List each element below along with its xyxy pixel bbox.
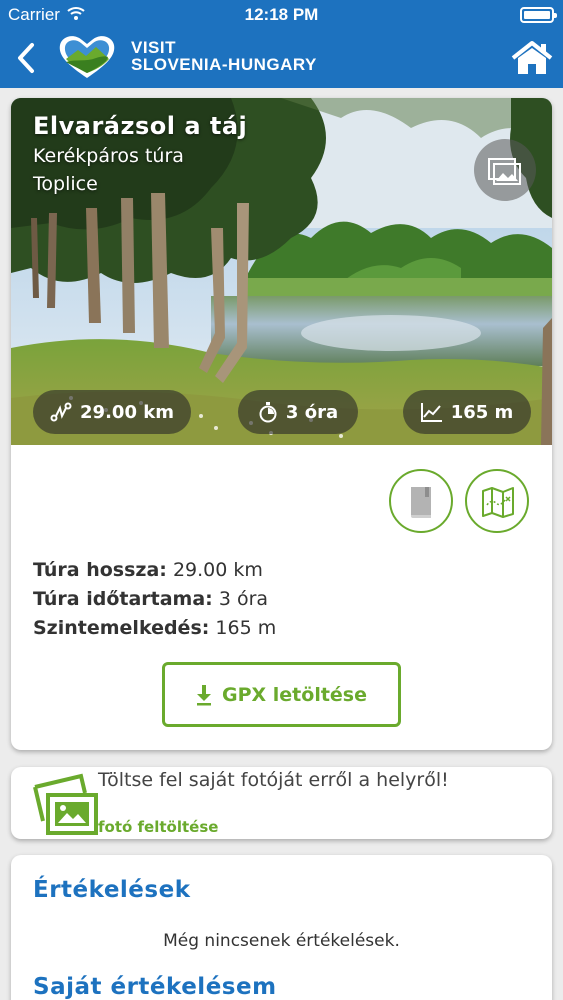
visit-logo-heart-icon bbox=[59, 36, 115, 78]
brand-line-2: SLOVENIA-HUNGARY bbox=[131, 55, 317, 74]
guide-book-button[interactable] bbox=[389, 469, 453, 533]
photo-upload-card: Töltse fel saját fotóját erről a helyről… bbox=[11, 767, 552, 839]
gallery-button[interactable] bbox=[474, 139, 536, 201]
elevation-chart-icon bbox=[420, 403, 442, 422]
gpx-download-label: GPX letöltése bbox=[222, 683, 367, 706]
nav-bar: VISIT SLOVENIA-HUNGARY bbox=[0, 30, 563, 88]
stat-elevation: 165 m bbox=[403, 390, 531, 434]
stat-elevation-value: 165 m bbox=[450, 401, 514, 423]
gallery-icon bbox=[488, 158, 521, 185]
stat-distance-value: 29.00 km bbox=[80, 401, 174, 423]
book-icon bbox=[411, 487, 431, 518]
ratings-title: Értékelések bbox=[33, 877, 191, 903]
detail-elevation-value: 165 m bbox=[215, 617, 277, 639]
tour-type: Kerékpáros túra bbox=[33, 145, 184, 167]
detail-length-value: 29.00 km bbox=[172, 559, 263, 581]
stat-duration-value: 3 óra bbox=[285, 401, 339, 423]
tour-location: Toplice bbox=[33, 173, 98, 195]
home-icon[interactable] bbox=[511, 40, 553, 76]
detail-length: Túra hossza: 29.00 km bbox=[33, 556, 276, 585]
stopwatch-icon bbox=[259, 402, 277, 423]
tour-details: Túra hossza: 29.00 km Túra időtartama: 3… bbox=[33, 556, 276, 643]
clock: 12:18 PM bbox=[244, 5, 319, 24]
photo-upload-link[interactable]: fotó feltöltése bbox=[98, 818, 218, 836]
download-icon bbox=[197, 684, 211, 705]
brand-title: VISIT SLOVENIA-HUNGARY bbox=[131, 39, 317, 73]
status-bar: Carrier 12:18 PM bbox=[0, 0, 563, 30]
own-rating-title: Saját értékelésem bbox=[33, 974, 277, 1000]
map-button[interactable] bbox=[465, 469, 529, 533]
tour-hero-image: Elvarázsol a táj Kerékpáros túra Toplice… bbox=[11, 98, 552, 445]
tour-title: Elvarázsol a táj bbox=[33, 112, 248, 140]
detail-duration-label: Túra időtartama: bbox=[33, 588, 213, 610]
detail-duration-value: 3 óra bbox=[218, 588, 269, 610]
detail-length-label: Túra hossza: bbox=[33, 559, 167, 581]
stat-distance: 29.00 km bbox=[33, 390, 191, 434]
back-chevron-icon[interactable] bbox=[12, 40, 42, 76]
tour-card: Elvarázsol a táj Kerékpáros túra Toplice… bbox=[11, 98, 552, 750]
photo-upload-icon[interactable] bbox=[31, 773, 101, 839]
detail-duration: Túra időtartama: 3 óra bbox=[33, 585, 276, 614]
battery-icon bbox=[520, 7, 557, 23]
detail-elevation: Szintemelkedés: 165 m bbox=[33, 614, 276, 643]
detail-elevation-label: Szintemelkedés: bbox=[33, 617, 210, 639]
stat-duration: 3 óra bbox=[238, 390, 358, 434]
gpx-download-button[interactable]: GPX letöltése bbox=[162, 662, 401, 727]
ratings-card: Értékelések Még nincsenek értékelések. S… bbox=[11, 855, 552, 1000]
route-icon bbox=[50, 402, 72, 422]
brand-line-1: VISIT bbox=[131, 38, 177, 57]
photo-upload-prompt: Töltse fel saját fotóját erről a helyről… bbox=[98, 769, 449, 791]
map-icon bbox=[482, 487, 514, 518]
ratings-empty-message: Még nincsenek értékelések. bbox=[163, 931, 400, 951]
